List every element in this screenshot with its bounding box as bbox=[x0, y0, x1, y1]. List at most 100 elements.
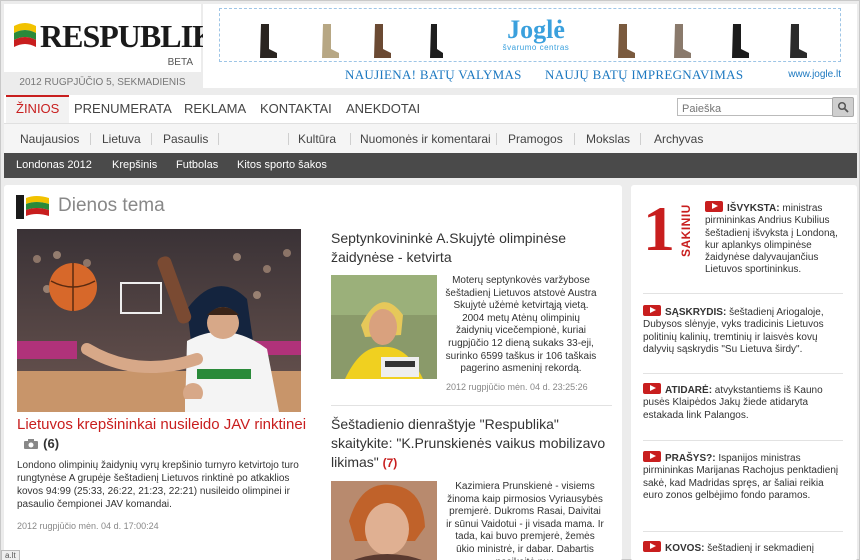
subnav-item-lietuva[interactable]: Lietuva bbox=[102, 124, 141, 154]
divider bbox=[90, 133, 91, 145]
subnav-item-pramogos[interactable]: Pramogos bbox=[508, 124, 563, 154]
lead-story-title[interactable]: Lietuvos krepšininkai nusileido JAV rink… bbox=[17, 415, 307, 453]
nav-item-zinios[interactable]: ŽINIOS bbox=[6, 95, 70, 123]
main-content: Dienos tema Lietuvos krepšininkai nusile… bbox=[4, 185, 622, 560]
lead-story-title-text: Lietuvos krepšininkai nusileido JAV rink… bbox=[17, 416, 307, 433]
boot-icon bbox=[618, 24, 635, 58]
category-navigation: Naujausios Lietuva Pasaulis Kultūra Nuom… bbox=[4, 123, 857, 153]
sportnav-item-kitos[interactable]: Kitos sporto šakos bbox=[237, 153, 327, 178]
play-icon bbox=[643, 541, 661, 552]
divider bbox=[574, 133, 575, 145]
article-photo[interactable] bbox=[331, 275, 437, 379]
sportnav-item-londonas[interactable]: Londonas 2012 bbox=[16, 153, 92, 178]
side-news-item[interactable]: PRAŠYS?: Ispanijos ministras pirmininkas… bbox=[643, 451, 843, 502]
photo-count: (6) bbox=[43, 436, 60, 451]
article-summary: Kazimiera Prunskienė - visiems žinoma ka… bbox=[446, 481, 604, 560]
boot-icon bbox=[374, 24, 391, 58]
divider bbox=[288, 133, 289, 145]
nav-item-prenumerata[interactable]: PRENUMERATA bbox=[64, 95, 182, 123]
beta-label: BETA bbox=[167, 57, 193, 68]
basketball-photo-image bbox=[17, 229, 301, 412]
subnav-item-pasaulis[interactable]: Pasaulis bbox=[163, 124, 208, 154]
play-icon bbox=[643, 305, 661, 316]
current-date: 2012 RUGPJŪČIO 5, SEKMADIENIS bbox=[19, 77, 186, 88]
nav-item-reklama[interactable]: REKLAMA bbox=[174, 95, 256, 123]
subnav-item-mokslas[interactable]: Mokslas bbox=[586, 124, 630, 154]
article-title[interactable]: Šeštadienio dienraštyje "Respublika" ska… bbox=[331, 415, 611, 473]
boot-icon bbox=[674, 24, 691, 58]
play-icon bbox=[643, 383, 661, 394]
lithuanian-flag-icon bbox=[14, 23, 36, 47]
main-navigation: ŽINIOS PRENUMERATA REKLAMA KONTAKTAI ANE… bbox=[4, 95, 857, 123]
ad-line-1: NAUJIENA! BATŲ VALYMAS bbox=[345, 67, 522, 82]
boot-icon bbox=[322, 24, 339, 58]
lithuanian-flag-icon bbox=[16, 195, 49, 219]
badge-word: SAKINIU bbox=[679, 204, 693, 257]
divider bbox=[643, 440, 843, 441]
boot-icon bbox=[732, 24, 749, 58]
article-title[interactable]: Septynkovininkė A.Skujytė olimpinėse žai… bbox=[331, 229, 611, 267]
side-news-label: IŠVYKSTA: bbox=[727, 203, 780, 214]
side-news-label: ATIDARĖ: bbox=[665, 385, 713, 396]
subnav-item-archyvas[interactable]: Archyvas bbox=[654, 124, 703, 154]
search-button[interactable] bbox=[832, 97, 854, 117]
page: RESPUBLIKA BETA 2012 RUGPJŪČIO 5, SEKMAD… bbox=[0, 0, 860, 560]
side-news-item[interactable]: KOVOS: šeštadienį ir sekmadienį bbox=[643, 541, 843, 555]
comment-count: (7) bbox=[382, 456, 398, 470]
sport-navigation: Londonas 2012 Krepšinis Futbolas Kitos s… bbox=[4, 153, 857, 178]
nav-item-kontaktai[interactable]: KONTAKTAI bbox=[250, 95, 342, 123]
divider bbox=[151, 133, 152, 145]
divider bbox=[496, 133, 497, 145]
play-icon bbox=[643, 451, 661, 462]
boot-icon bbox=[430, 24, 443, 58]
lead-story-date: 2012 rugpjūčio mėn. 04 d. 17:00:24 bbox=[17, 521, 159, 531]
sportnav-item-krepsinis[interactable]: Krepšinis bbox=[112, 153, 157, 178]
side-news-item[interactable]: ATIDARĖ: atvykstantiems iš Kauno pusės K… bbox=[643, 383, 843, 422]
status-bar-url: a.lt bbox=[1, 550, 20, 560]
jogle-logo: Joglė švarumo centras bbox=[486, 15, 586, 53]
portrait-photo-image bbox=[331, 481, 437, 560]
divider bbox=[643, 373, 843, 374]
badge-number: 1 bbox=[643, 193, 675, 264]
ad-frame: Joglė švarumo centras bbox=[219, 8, 841, 62]
side-news-item[interactable]: IŠVYKSTA: ministras pirmininkas Andrius … bbox=[705, 201, 845, 277]
ad-brand-subtitle: švarumo centras bbox=[502, 43, 570, 52]
side-news-item[interactable]: SĄSKRYDIS: šeštadienį Ariogaloje, Dubyso… bbox=[643, 305, 843, 356]
article-summary: Moterų septynkovės varžybose šeštadienį … bbox=[445, 275, 597, 375]
badge-word-vertical: SAKINIU bbox=[679, 204, 693, 257]
divider bbox=[331, 405, 612, 406]
one-sentence-news: 1 SAKINIU IŠVYKSTA: ministras pirmininka… bbox=[631, 185, 857, 560]
divider bbox=[350, 133, 351, 145]
article-photo[interactable] bbox=[331, 481, 437, 560]
ad-banner[interactable]: Joglė švarumo centras NAUJIENA! BATŲ VAL… bbox=[203, 4, 857, 88]
ad-line-2: NAUJŲ BATŲ IMPREGNAVIMAS bbox=[545, 67, 744, 82]
side-news-label: SĄSKRYDIS: bbox=[665, 307, 727, 318]
divider bbox=[643, 293, 843, 294]
divider bbox=[640, 133, 641, 145]
subnav-item-naujausios[interactable]: Naujausios bbox=[20, 124, 79, 154]
athlete-photo-image bbox=[331, 275, 437, 379]
subnav-item-nuomones[interactable]: Nuomonės ir komentarai bbox=[360, 124, 491, 154]
lead-story-text: Londono olimpinių žaidynių vyrų krepšini… bbox=[17, 460, 299, 510]
sportnav-item-futbolas[interactable]: Futbolas bbox=[176, 153, 218, 178]
nav-item-anekdotai[interactable]: ANEKDOTAI bbox=[336, 95, 430, 123]
article-date: 2012 rugpjūčio mėn. 04 d. 23:25:26 bbox=[446, 382, 588, 392]
camera-icon bbox=[24, 439, 38, 450]
ad-brand-name: Joglė bbox=[507, 15, 565, 44]
lead-story-photo[interactable] bbox=[17, 229, 301, 412]
boot-icon bbox=[260, 24, 277, 58]
subnav-item-kultura[interactable]: Kultūra bbox=[298, 124, 336, 154]
site-logo[interactable]: RESPUBLIKA BETA bbox=[4, 4, 239, 72]
side-news-label: PRAŠYS?: bbox=[665, 453, 716, 464]
ad-url[interactable]: www.jogle.lt bbox=[788, 69, 841, 80]
divider bbox=[218, 133, 219, 145]
section-title: Dienos tema bbox=[58, 195, 165, 216]
play-icon bbox=[705, 201, 723, 212]
search-input[interactable] bbox=[678, 101, 828, 117]
side-news-text: šeštadienį ir sekmadienį bbox=[704, 543, 814, 554]
boot-icon bbox=[790, 24, 807, 58]
article-title-text: Šeštadienio dienraštyje "Respublika" ska… bbox=[331, 416, 606, 470]
search-box bbox=[677, 97, 854, 117]
divider bbox=[643, 531, 843, 532]
side-news-label: KOVOS: bbox=[665, 543, 705, 554]
